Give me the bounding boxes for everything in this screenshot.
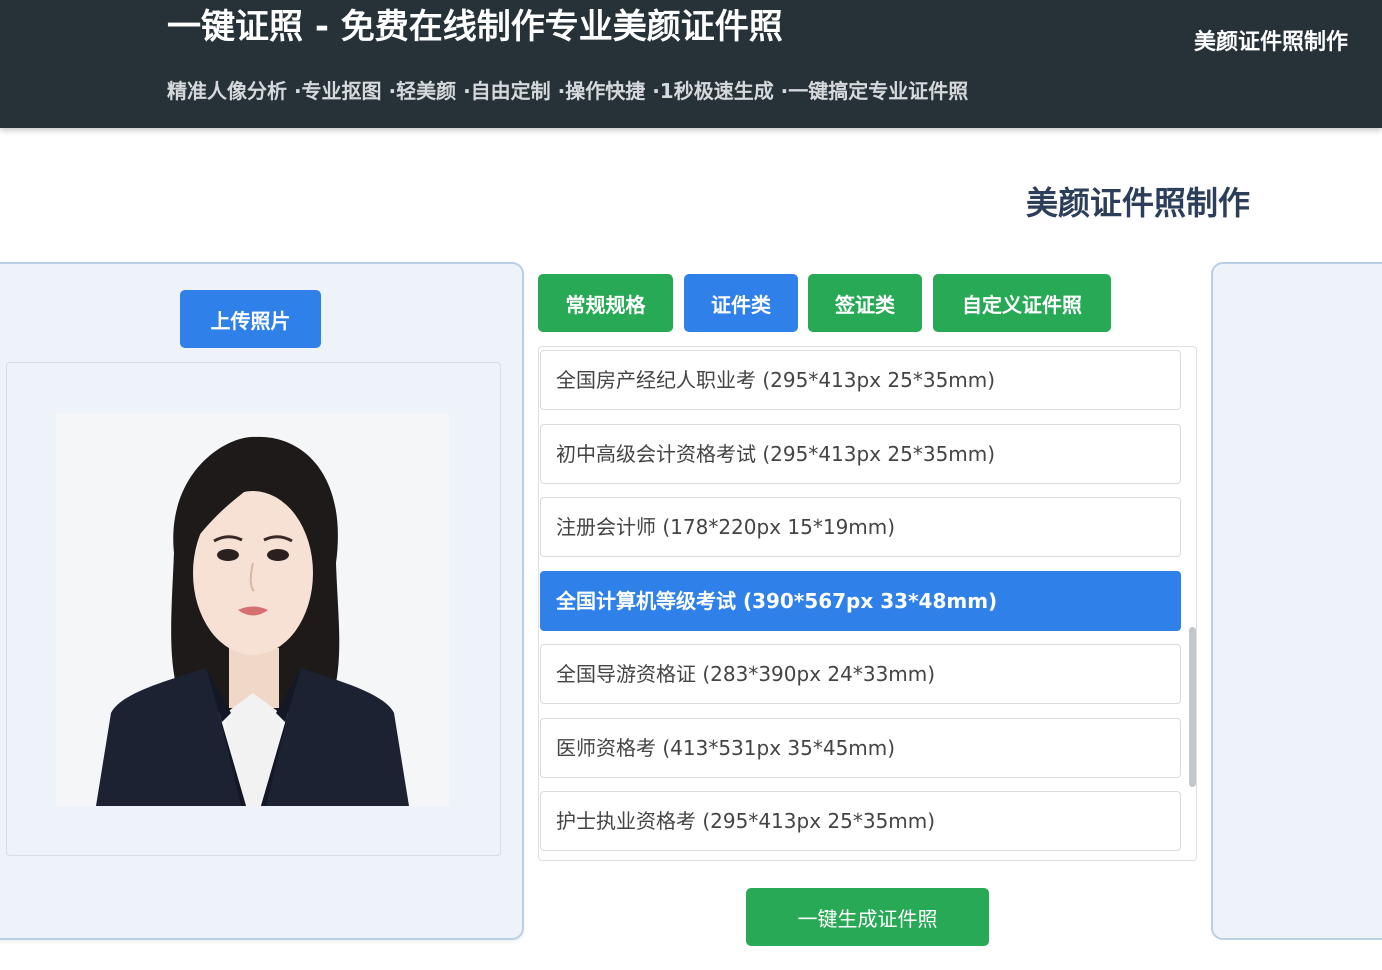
portrait-photo — [56, 413, 449, 806]
top-header: 一键证照 - 免费在线制作专业美颜证件照 精准人像分析 ·专业抠图 ·轻美颜 ·… — [0, 0, 1382, 128]
list-item[interactable]: 护士执业资格考 (295*413px 25*35mm) — [540, 791, 1181, 851]
list-item[interactable]: 医师资格考 (413*531px 35*45mm) — [540, 718, 1181, 778]
list-item[interactable]: 注册会计师 (178*220px 15*19mm) — [540, 497, 1181, 557]
generate-id-photo-button[interactable]: 一键生成证件照 — [746, 888, 989, 946]
spec-list[interactable]: 全国房产经纪人职业考 (295*413px 25*35mm) 初中高级会计资格考… — [538, 346, 1197, 861]
tab-visa[interactable]: 签证类 — [808, 274, 922, 332]
tab-custom-size[interactable]: 自定义证件照 — [933, 274, 1111, 332]
portrait-illustration — [56, 413, 449, 806]
page-title: 美颜证件照制作 — [1026, 184, 1251, 222]
tab-id-documents[interactable]: 证件类 — [684, 274, 798, 332]
list-item[interactable]: 全国房产经纪人职业考 (295*413px 25*35mm) — [540, 350, 1181, 410]
list-scrollbar[interactable] — [1189, 627, 1196, 787]
tab-standard-specs[interactable]: 常规规格 — [538, 274, 673, 332]
result-panel — [1211, 262, 1382, 940]
list-item[interactable]: 初中高级会计资格考试 (295*413px 25*35mm) — [540, 424, 1181, 484]
list-item[interactable]: 全国导游资格证 (283*390px 24*33mm) — [540, 644, 1181, 704]
site-tagline: 精准人像分析 ·专业抠图 ·轻美颜 ·自由定制 ·操作快捷 ·1秒极速生成 ·一… — [167, 79, 969, 103]
nav-link-id-photo[interactable]: 美颜证件照制作 — [1194, 27, 1348, 59]
list-item-selected[interactable]: 全国计算机等级考试 (390*567px 33*48mm) — [540, 571, 1181, 631]
upload-photo-button[interactable]: 上传照片 — [180, 290, 321, 348]
site-title: 一键证照 - 免费在线制作专业美颜证件照 — [167, 7, 783, 47]
